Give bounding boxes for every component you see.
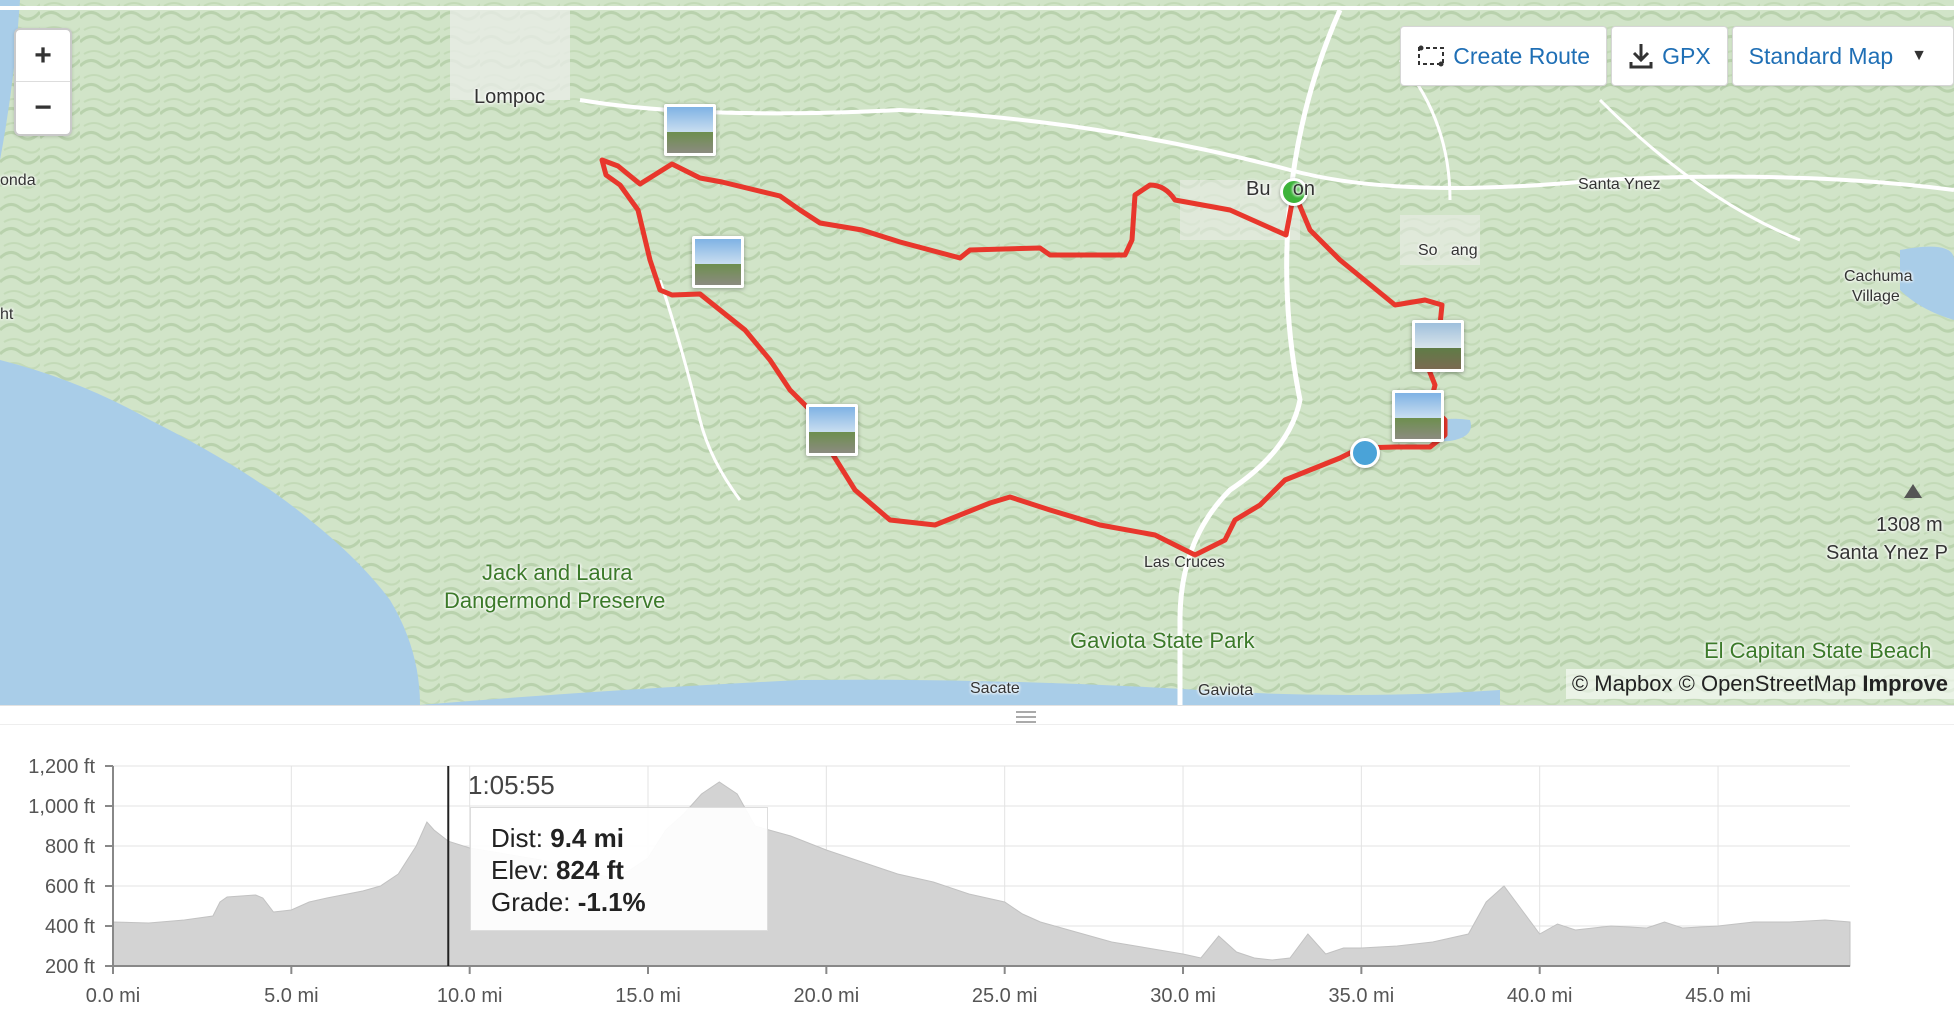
place-label: Cachuma bbox=[1844, 268, 1913, 285]
map-attribution: © Mapbox © OpenStreetMap Improve bbox=[1565, 669, 1954, 699]
x-tick-label: 15.0 mi bbox=[615, 985, 681, 1007]
x-tick-label: 20.0 mi bbox=[794, 985, 860, 1007]
elevation-chart[interactable]: 200 ft 400 ft 600 ft 800 ft 1,000 ft 1,200 ft… bbox=[0, 724, 1954, 1036]
x-tick-label: 25.0 mi bbox=[972, 985, 1038, 1007]
route-photo-thumbnail[interactable] bbox=[664, 104, 716, 156]
tooltip-elevation-row: Elev: 824 ft bbox=[491, 854, 747, 886]
peak-icon bbox=[1904, 484, 1922, 498]
create-route-label: Create Route bbox=[1453, 42, 1591, 69]
elev-value: 824 ft bbox=[556, 855, 624, 885]
x-tick-label: 40.0 mi bbox=[1507, 985, 1573, 1007]
x-tick-label: 45.0 mi bbox=[1685, 985, 1751, 1007]
y-tick-label: 1,200 ft bbox=[28, 756, 95, 778]
park-label: El Capitan State Beach bbox=[1704, 638, 1932, 663]
y-tick-label: 1,000 ft bbox=[28, 796, 95, 818]
place-label: Santa Ynez P bbox=[1826, 542, 1948, 564]
current-position-marker[interactable] bbox=[1350, 438, 1380, 468]
gpx-label: GPX bbox=[1662, 42, 1711, 69]
y-tick-label: 200 ft bbox=[45, 956, 95, 978]
place-label: Las Cruces bbox=[1144, 554, 1225, 571]
place-label: Santa Ynez bbox=[1578, 176, 1661, 193]
grade-label: Grade: bbox=[491, 887, 571, 917]
elevation-tooltip: Dist: 9.4 mi Elev: 824 ft Grade: -1.1% bbox=[470, 807, 768, 931]
place-label: Lompoc bbox=[474, 86, 546, 108]
gpx-download-button[interactable]: GPX bbox=[1611, 26, 1728, 86]
map-toolbar: Create Route GPX Standard Map ▼ bbox=[1400, 26, 1954, 86]
zoom-out-button[interactable]: − bbox=[16, 81, 70, 133]
x-tick-label: 10.0 mi bbox=[437, 985, 503, 1007]
map-style-label: Standard Map bbox=[1748, 42, 1894, 69]
dist-label: Dist: bbox=[491, 823, 543, 853]
place-label: Village bbox=[1852, 288, 1900, 305]
map-style-dropdown[interactable]: Standard Map ▼ bbox=[1731, 26, 1954, 86]
resize-handle[interactable] bbox=[0, 705, 1954, 725]
y-tick-label: 400 ft bbox=[45, 916, 95, 938]
y-tick-label: 600 ft bbox=[45, 876, 95, 898]
route-photo-thumbnail[interactable] bbox=[1392, 390, 1444, 442]
place-label: 1308 m bbox=[1876, 514, 1943, 536]
park-label: Dangermond Preserve bbox=[444, 588, 666, 613]
elev-label: Elev: bbox=[491, 855, 549, 885]
route-photo-thumbnail[interactable] bbox=[806, 404, 858, 456]
x-tick-label: 5.0 mi bbox=[264, 985, 318, 1007]
place-label: onda bbox=[0, 172, 36, 189]
route-photo-thumbnail[interactable] bbox=[692, 236, 744, 288]
zoom-in-button[interactable]: + bbox=[16, 30, 70, 81]
map-base bbox=[0, 0, 1954, 705]
grip-icon bbox=[1016, 711, 1036, 723]
route-map[interactable]: Lompoc onda ht Bu on Santa Ynez So ang C… bbox=[0, 0, 1954, 705]
place-label: Sacate bbox=[970, 680, 1020, 697]
grade-value: -1.1% bbox=[577, 887, 646, 917]
cursor-time: 1:05:55 bbox=[468, 770, 555, 800]
park-label: Jack and Laura bbox=[482, 560, 633, 585]
improve-map-link[interactable]: Improve bbox=[1862, 671, 1948, 696]
download-icon bbox=[1629, 44, 1653, 69]
route-photo-thumbnail[interactable] bbox=[1412, 320, 1464, 372]
x-axis-ticks: 0.0 mi 5.0 mi 10.0 mi 15.0 mi 20.0 mi 25.0 mi… bbox=[86, 966, 1751, 1007]
elevation-area bbox=[112, 781, 1851, 967]
dist-value: 9.4 mi bbox=[550, 823, 624, 853]
x-tick-label: 35.0 mi bbox=[1329, 985, 1395, 1007]
place-label: Gaviota bbox=[1198, 682, 1254, 699]
x-tick-label: 30.0 mi bbox=[1150, 985, 1216, 1007]
tooltip-distance-row: Dist: 9.4 mi bbox=[491, 822, 747, 854]
place-label: Bu on bbox=[1246, 178, 1315, 200]
mapbox-attribution-link[interactable]: © Mapbox bbox=[1572, 671, 1673, 696]
place-label: ht bbox=[0, 306, 14, 323]
zoom-control: + − bbox=[14, 28, 72, 136]
place-label: So ang bbox=[1418, 242, 1478, 259]
x-tick-label: 0.0 mi bbox=[86, 985, 140, 1007]
chevron-down-icon: ▼ bbox=[1911, 47, 1927, 64]
create-route-button[interactable]: Create Route bbox=[1400, 26, 1608, 86]
create-route-icon bbox=[1418, 45, 1445, 67]
y-axis-ticks: 200 ft 400 ft 600 ft 800 ft 1,000 ft 1,200 ft bbox=[28, 756, 113, 978]
osm-attribution-link[interactable]: © OpenStreetMap bbox=[1679, 671, 1857, 696]
park-label: Gaviota State Park bbox=[1070, 628, 1255, 653]
y-tick-label: 800 ft bbox=[45, 836, 95, 858]
tooltip-grade-row: Grade: -1.1% bbox=[491, 886, 747, 918]
